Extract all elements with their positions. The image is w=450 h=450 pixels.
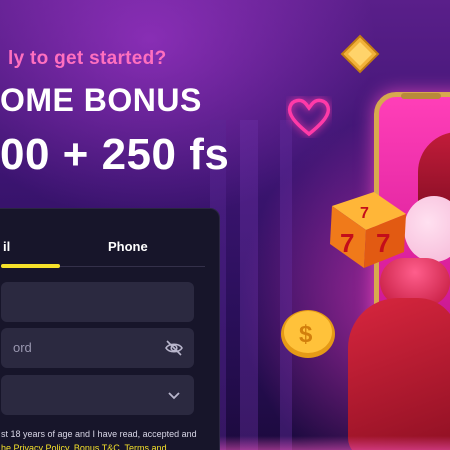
tab-phone[interactable]: Phone — [108, 239, 148, 254]
signup-tabs: il Phone — [0, 209, 219, 268]
promo-bonus-title: OME BONUS — [0, 82, 202, 118]
consent-line: st 18 years of age and I have read, acce… — [1, 429, 197, 439]
svg-text:7: 7 — [340, 228, 354, 258]
consent-links[interactable]: he Privacy Policy, Bonus T&C, Terms and — [1, 441, 211, 450]
jester-body — [348, 298, 450, 450]
coin-icon: $ — [281, 310, 335, 358]
password-placeholder: ord — [13, 340, 32, 355]
currency-select[interactable] — [1, 375, 194, 415]
password-input[interactable]: ord — [1, 328, 194, 368]
consent-text: st 18 years of age and I have read, acce… — [1, 427, 211, 450]
diamond-icon — [340, 34, 380, 74]
active-tab-indicator — [1, 264, 60, 268]
dice-icon: 7 7 7 — [330, 192, 406, 268]
email-input[interactable] — [1, 282, 194, 322]
eye-off-icon[interactable] — [164, 338, 184, 358]
tab-email[interactable]: il — [3, 239, 10, 254]
svg-text:7: 7 — [376, 228, 390, 258]
chevron-down-icon — [168, 392, 180, 400]
registration-panel: il Phone ord st 18 years of age and I ha… — [0, 208, 220, 450]
promo-subtitle: ly to get started? — [8, 48, 167, 69]
svg-text:7: 7 — [360, 205, 369, 222]
heart-icon — [287, 98, 331, 137]
svg-text:$: $ — [299, 321, 313, 348]
promo-bonus-amount: 00 + 250 fs — [0, 130, 230, 179]
